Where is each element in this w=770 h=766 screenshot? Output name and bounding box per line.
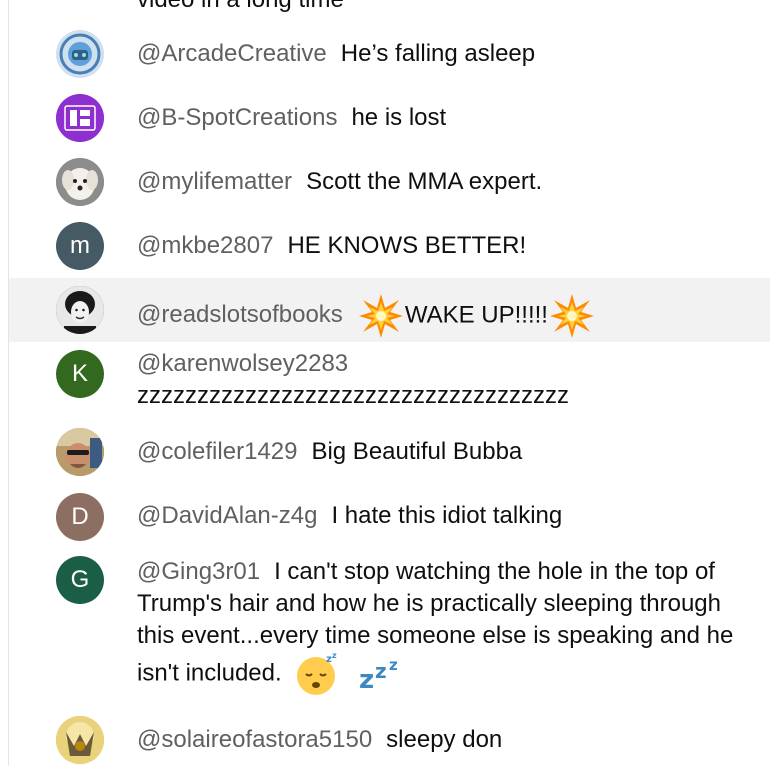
avatar[interactable] — [56, 30, 104, 78]
message-text: Scott the MMA expert. — [306, 168, 543, 195]
author-name[interactable]: @Ging3r01 — [137, 558, 260, 585]
avatar-letter: K — [71, 360, 88, 387]
message-body: @mylifematter Scott the MMA expert. — [137, 166, 750, 198]
chat-message[interactable]: D @DavidAlan-z4g I hate this idiot talkin… — [9, 484, 770, 548]
message-text: Big Beautiful Bubba — [311, 438, 523, 465]
message-text: He’s falling asleep — [340, 40, 536, 67]
zzz-emoji-icon: zzz — [357, 654, 405, 694]
svg-text:z: z — [359, 665, 374, 694]
avatar-letter: m — [70, 232, 90, 259]
bspot-logo-icon — [56, 94, 104, 142]
message-text: sleepy don — [386, 726, 503, 753]
portrait-photo-icon — [56, 286, 104, 334]
chat-message[interactable]: @mylifematter Scott the MMA expert. — [9, 150, 770, 214]
chat-message[interactable]: G @Ging3r01 I can't stop watching the hol… — [9, 548, 770, 706]
message-text: WAKE UP!!!!! — [404, 301, 548, 329]
author-name[interactable]: @karenwolsey2283 — [137, 350, 348, 377]
chat-message[interactable]: @B-SpotCreations he is lost — [9, 86, 770, 150]
author-name[interactable]: @readslotsofbooks — [137, 301, 343, 328]
avatar[interactable] — [56, 94, 104, 142]
avatar[interactable]: G — [56, 556, 104, 604]
message-body: @mkbe2807 HE KNOWS BETTER! — [137, 230, 750, 262]
svg-text:z: z — [332, 652, 337, 660]
live-chat-list[interactable]: video in a long time @ArcadeCreative He’s… — [9, 0, 770, 766]
message-text: he is lost — [351, 104, 447, 131]
avatar-letter: D — [71, 503, 89, 530]
message-body: @DavidAlan-z4g I hate this idiot talking — [137, 500, 750, 532]
message-body: @Ging3r01 I can't stop watching the hole … — [137, 556, 750, 696]
svg-text:z: z — [389, 656, 398, 674]
author-name[interactable]: @DavidAlan-z4g — [137, 502, 317, 529]
partial-message-text: video in a long time — [137, 0, 344, 14]
svg-text:z: z — [375, 659, 387, 683]
arcade-logo-icon — [56, 30, 104, 78]
author-name[interactable]: @colefiler1429 — [137, 438, 297, 465]
message-body: @colefiler1429 Big Beautiful Bubba — [137, 436, 750, 468]
avatar[interactable] — [56, 428, 104, 476]
avatar[interactable] — [56, 158, 104, 206]
avatar[interactable]: K — [56, 350, 104, 398]
sleeping-face-emoji-icon: zz — [294, 652, 342, 696]
message-text: I hate this idiot talking — [331, 502, 563, 529]
selfie-photo-icon — [56, 428, 104, 476]
message-text: zzzzzzzzzzzzzzzzzzzzzzzzzzzzzzzzzzzz — [137, 382, 569, 409]
dog-photo-icon — [56, 158, 104, 206]
chat-message-hovered[interactable]: @readslotsofbooks WAKE UP!!!!! — [9, 278, 770, 342]
chat-message[interactable]: @ArcadeCreative He’s falling asleep — [9, 22, 770, 86]
message-body: @solaireofastora5150 sleepy don — [137, 724, 750, 756]
collision-emoji-icon — [548, 292, 596, 340]
avatar[interactable] — [56, 286, 104, 334]
author-name[interactable]: @ArcadeCreative — [137, 40, 327, 67]
message-body: @karenwolsey2283 zzzzzzzzzzzzzzzzzzzzzzzz… — [137, 348, 750, 412]
avatar[interactable] — [56, 716, 104, 764]
chat-message[interactable]: m @mkbe2807 HE KNOWS BETTER! — [9, 214, 770, 278]
message-body: @B-SpotCreations he is lost — [137, 102, 750, 134]
message-text: HE KNOWS BETTER! — [287, 232, 527, 259]
avatar[interactable]: D — [56, 493, 104, 541]
chat-message[interactable]: @colefiler1429 Big Beautiful Bubba — [9, 420, 770, 484]
author-name[interactable]: @solaireofastora5150 — [137, 726, 372, 753]
message-body: @readslotsofbooks WAKE UP!!!!! — [137, 292, 750, 340]
avatar[interactable]: m — [56, 222, 104, 270]
author-name[interactable]: @B-SpotCreations — [137, 104, 337, 131]
solaire-photo-icon — [56, 716, 104, 764]
chat-message[interactable]: K @karenwolsey2283 zzzzzzzzzzzzzzzzzzzzzz… — [9, 342, 770, 416]
author-name[interactable]: @mkbe2807 — [137, 232, 273, 259]
author-name[interactable]: @mylifematter — [137, 168, 292, 195]
avatar-letter: G — [70, 566, 90, 593]
message-body: @ArcadeCreative He’s falling asleep — [137, 38, 750, 70]
collision-emoji-icon — [357, 292, 405, 340]
chat-message[interactable]: @solaireofastora5150 sleepy don — [9, 708, 770, 766]
